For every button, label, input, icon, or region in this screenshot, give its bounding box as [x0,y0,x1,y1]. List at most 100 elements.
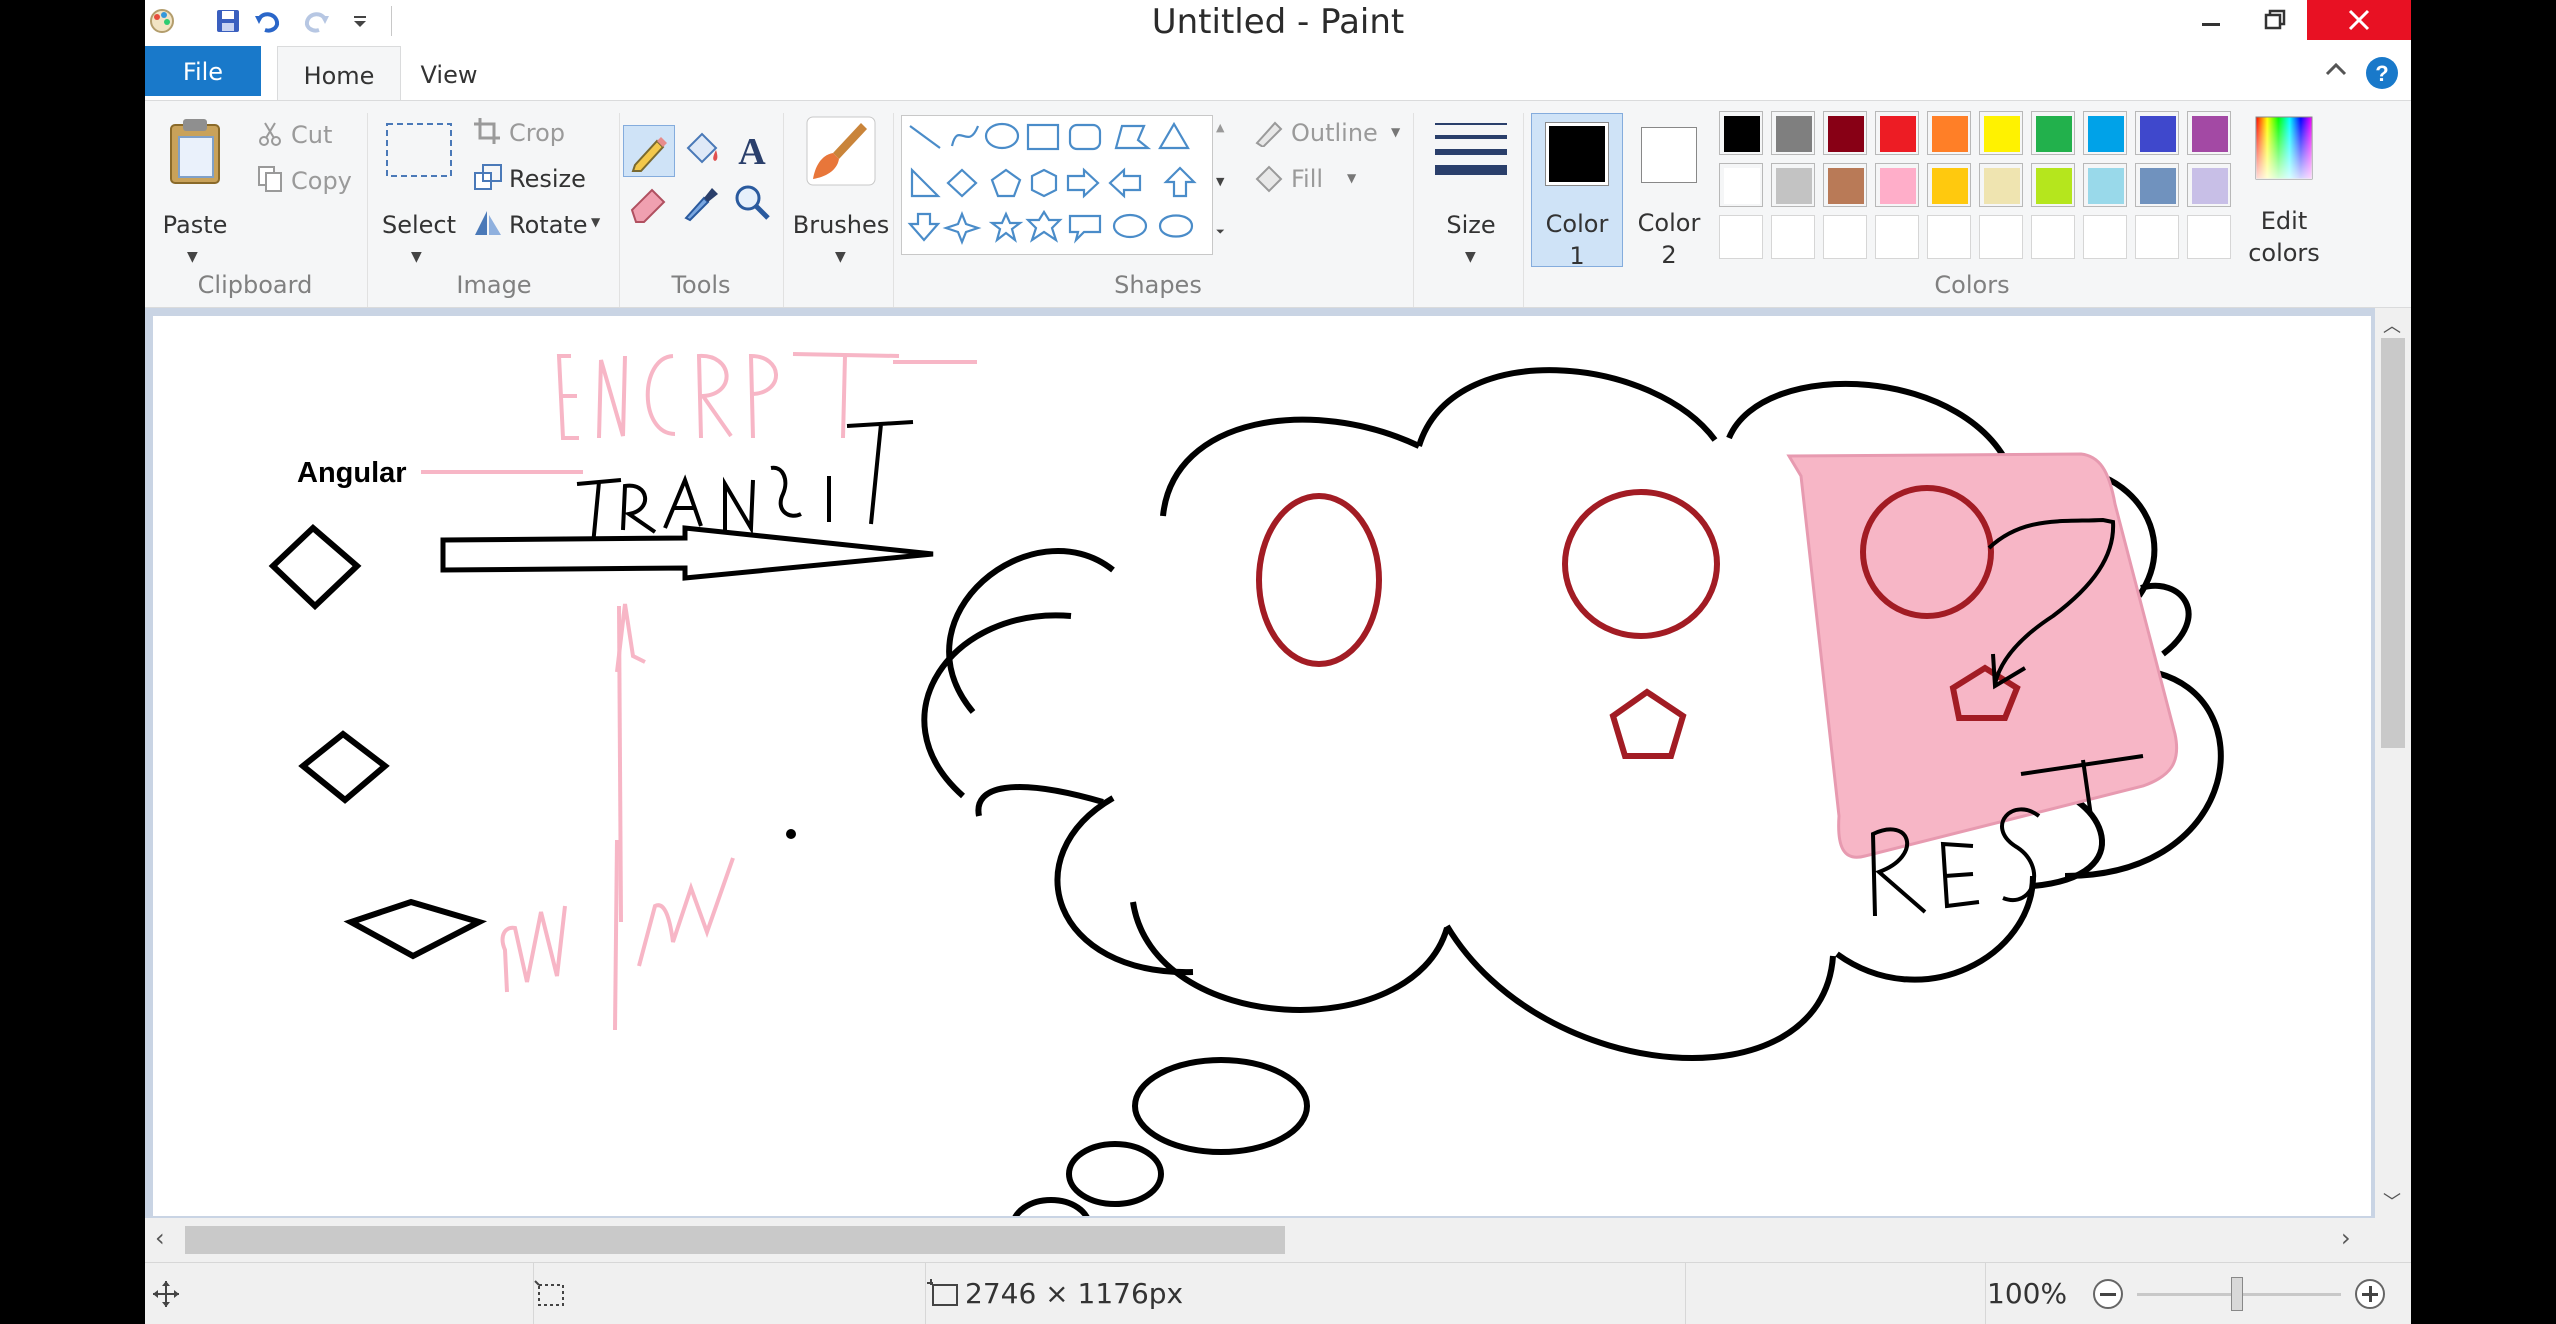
palette-swatch[interactable] [1771,111,1815,155]
palette-swatch-fill [1828,116,1864,152]
palette-swatch[interactable] [1875,111,1919,155]
shapes-icons [907,121,1197,245]
palette-swatch[interactable] [1823,163,1867,207]
edit-colors-label-2: colors [2248,239,2320,267]
help-button[interactable]: ? [2365,56,2399,90]
custom-color-slot[interactable] [1979,215,2023,259]
select-button[interactable]: Select ▼ [381,121,457,267]
color-picker-tool[interactable] [675,177,727,229]
magnifier-icon [735,185,770,220]
custom-color-slot[interactable] [2187,215,2231,259]
palette-swatch[interactable] [2031,111,2075,155]
palette-swatch[interactable] [1719,111,1763,155]
custom-color-slot[interactable] [1771,215,1815,259]
tab-file[interactable]: File [145,46,261,96]
palette-swatch[interactable] [1979,163,2023,207]
color1-swatch [1545,122,1609,186]
palette-swatch-fill [2036,116,2072,152]
expand-gallery-icon[interactable]: ⏷ [1216,225,1225,239]
size-button[interactable]: Size ▼ [1419,113,1523,269]
edit-colors-button[interactable]: Edit colors [2239,113,2329,269]
brushes-dropdown-arrow-icon: ▼ [835,249,846,265]
zoom-slider-thumb[interactable] [2231,1277,2243,1311]
customize-quick-access-icon[interactable] [343,4,377,38]
paste-dropdown-arrow-icon: ▼ [187,249,198,265]
save-icon[interactable] [211,4,245,38]
fill-tool[interactable] [675,125,727,177]
palette-swatch[interactable] [1823,111,1867,155]
redo-icon[interactable] [299,4,333,38]
chevron-up-icon[interactable]: ▲ [1216,121,1224,134]
chevron-up-icon [2325,62,2347,76]
custom-color-slot[interactable] [2031,215,2075,259]
fill-button[interactable]: Fill ▼ [1253,163,1403,197]
brushes-button[interactable]: Brushes ▼ [789,111,893,267]
paste-button[interactable]: Paste ▼ [159,115,231,265]
vertical-scrollbar[interactable]: ︿ ﹀ [2375,308,2411,1218]
clipboard-group-label: Clipboard [197,271,313,299]
palette-swatch[interactable] [2083,163,2127,207]
quick-access-separator [391,6,392,36]
crop-button[interactable]: Crop [473,117,573,149]
ribbon-tabs: File Home View ? [145,46,2411,101]
color1-button[interactable]: Color 1 [1531,113,1623,270]
close-button[interactable] [2307,0,2411,40]
palette-swatch[interactable] [2135,111,2179,155]
scroll-down-icon[interactable]: ﹀ [2383,1188,2401,1214]
palette-swatch[interactable] [2187,111,2231,155]
shapes-gallery-scroll[interactable]: ▲ ▼ ⏷ [1213,115,1231,255]
canvas-workspace: Angular ︿ ﹀ [145,308,2411,1218]
custom-color-slot[interactable] [1875,215,1919,259]
horizontal-scroll-thumb[interactable] [185,1226,1285,1254]
tab-view[interactable]: View [399,46,499,100]
svg-text:?: ? [2375,61,2388,86]
vertical-scroll-thumb[interactable] [2381,338,2405,748]
custom-color-slot[interactable] [1927,215,1971,259]
minimize-ribbon-button[interactable] [2321,54,2351,84]
chevron-down-icon[interactable]: ▼ [1216,175,1224,188]
cursor-position-icon [153,1281,179,1307]
drawing-artwork: Angular [268,352,2224,1216]
scroll-left-icon[interactable]: ‹ [155,1224,165,1252]
zoom-in-button[interactable] [2353,1277,2387,1311]
palette-swatch[interactable] [1927,163,1971,207]
color2-button[interactable]: Color 2 [1623,113,1715,269]
pencil-tool[interactable] [623,125,675,177]
palette-swatch[interactable] [2135,163,2179,207]
paint-app-icon[interactable] [145,4,179,38]
custom-color-slot[interactable] [1719,215,1763,259]
zoom-out-button[interactable] [2091,1277,2125,1311]
custom-color-slot[interactable] [2135,215,2179,259]
minimize-button[interactable] [2179,0,2243,40]
brush-icon [806,116,876,186]
custom-color-slot[interactable] [2083,215,2127,259]
copy-button[interactable]: Copy [257,165,367,197]
palette-swatch[interactable] [1927,111,1971,155]
palette-swatch[interactable] [2031,163,2075,207]
resize-button[interactable]: Resize [473,163,593,195]
magnifier-tool[interactable] [727,177,779,229]
rotate-button[interactable]: Rotate ▼ [473,209,603,241]
pink-vertical-arrow [615,603,646,923]
palette-swatch[interactable] [2083,111,2127,155]
undo-icon[interactable] [251,4,285,38]
scroll-right-icon[interactable]: › [2341,1224,2351,1252]
shapes-gallery[interactable] [901,115,1213,255]
drawing-canvas[interactable]: Angular [153,316,2371,1216]
custom-color-slot[interactable] [1823,215,1867,259]
outline-button[interactable]: Outline ▼ [1253,117,1403,151]
scroll-up-icon[interactable]: ︿ [2383,312,2401,338]
palette-swatch[interactable] [1979,111,2023,155]
tab-home[interactable]: Home [277,46,401,101]
palette-swatch[interactable] [1875,163,1919,207]
restore-button[interactable] [2243,0,2307,40]
palette-swatch[interactable] [1719,163,1763,207]
horizontal-scrollbar[interactable]: ‹ › [145,1218,2411,1262]
palette-swatch[interactable] [1771,163,1815,207]
text-tool[interactable]: A [727,125,779,177]
palette-swatch-fill [2192,116,2228,152]
rotate-icon [475,211,501,235]
cut-button[interactable]: Cut [257,119,357,151]
eraser-tool[interactable] [623,177,675,229]
palette-swatch[interactable] [2187,163,2231,207]
